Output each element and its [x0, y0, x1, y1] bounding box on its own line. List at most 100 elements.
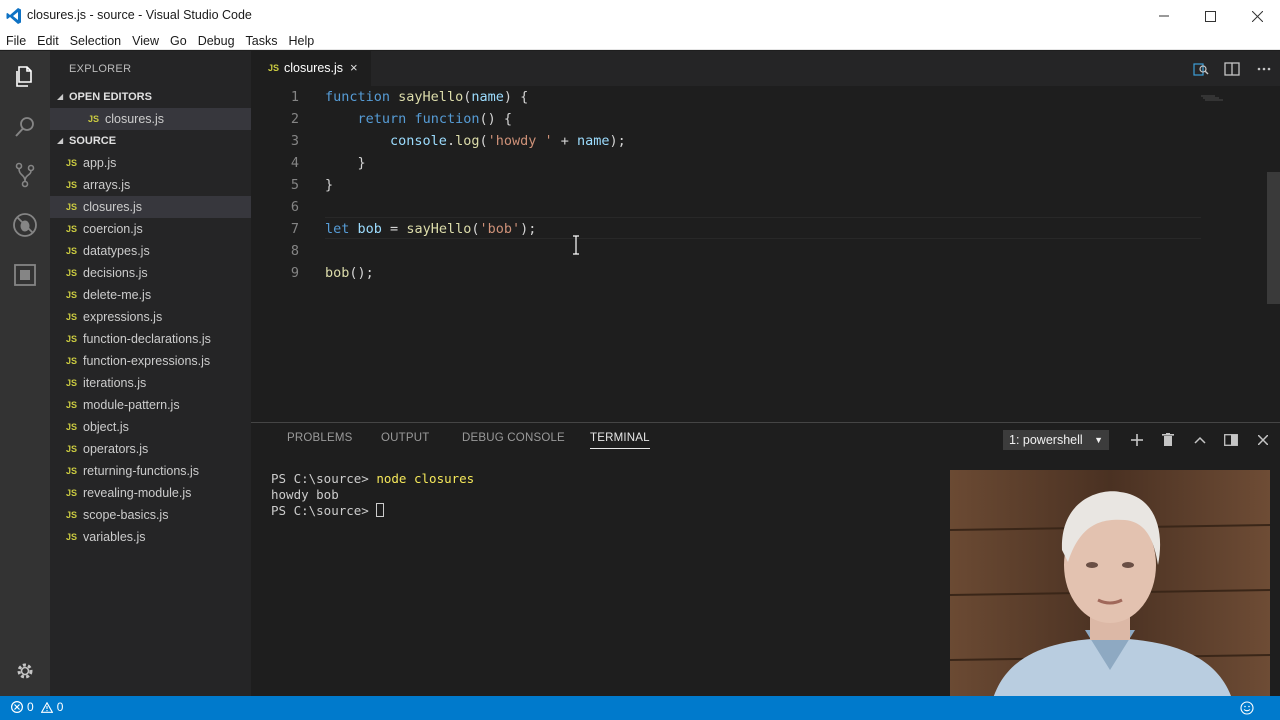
file-item[interactable]: JS returning-functions.js [50, 460, 251, 482]
presenter-webcam-video [950, 470, 1270, 710]
activity-settings[interactable] [0, 647, 50, 695]
close-panel-button[interactable] [1253, 430, 1273, 450]
activity-search[interactable] [0, 103, 50, 151]
menu-file[interactable]: File [0, 32, 31, 49]
line-number: 1 [290, 89, 299, 105]
line-number: 2 [290, 111, 299, 127]
file-item[interactable]: JS object.js [50, 416, 251, 438]
file-label: decisions.js [83, 266, 148, 280]
js-file-icon: JS [66, 334, 78, 344]
code-token: ); [520, 221, 537, 237]
panel-tab-output[interactable]: OUTPUT [381, 432, 429, 444]
file-item[interactable]: JS revealing-module.js [50, 482, 251, 504]
minimize-button[interactable] [1141, 0, 1187, 32]
js-file-icon: JS [66, 290, 78, 300]
js-file-icon: JS [66, 466, 78, 476]
open-editor-item[interactable]: JS closures.js [50, 108, 251, 130]
code-token: let [325, 221, 350, 237]
code-token: sayHello [406, 221, 472, 237]
file-item[interactable]: JS scope-basics.js [50, 504, 251, 526]
code-token: } [325, 155, 366, 171]
code-line: 6 [251, 196, 1201, 218]
new-terminal-button[interactable] [1127, 430, 1147, 450]
open-changes-button[interactable] [1192, 60, 1210, 78]
js-file-icon: JS [66, 510, 78, 520]
activity-debug[interactable] [0, 201, 50, 249]
tab-close-button[interactable]: × [350, 60, 358, 75]
file-label: returning-functions.js [83, 464, 200, 478]
terminal-prompt: PS C:\source> [271, 471, 377, 486]
file-item[interactable]: JS function-expressions.js [50, 350, 251, 372]
file-item[interactable]: JS arrays.js [50, 174, 251, 196]
menu-help[interactable]: Help [283, 32, 320, 49]
js-file-icon: JS [66, 202, 78, 212]
code-text: return function() { [325, 108, 512, 130]
code-line: 9 bob(); [251, 262, 1201, 284]
trash-icon [1162, 433, 1174, 446]
terminal-output[interactable]: PS C:\source> node closures howdy bob PS C… [271, 471, 474, 519]
activity-explorer[interactable] [0, 53, 50, 101]
file-item[interactable]: JS datatypes.js [50, 240, 251, 262]
file-item[interactable]: JS delete-me.js [50, 284, 251, 306]
code-text: let bob = sayHello('bob'); [325, 218, 536, 240]
file-item[interactable]: JS app.js [50, 152, 251, 174]
panel-tab-terminal[interactable]: TERMINAL [590, 432, 650, 449]
notifications-button[interactable] [1240, 701, 1254, 715]
source-folder-section[interactable]: ◢ SOURCE [50, 130, 251, 152]
file-item[interactable]: JS expressions.js [50, 306, 251, 328]
panel-tab-debug-console[interactable]: DEBUG CONSOLE [462, 432, 565, 444]
activity-source-control[interactable] [0, 151, 50, 199]
menu-go[interactable]: Go [164, 32, 192, 49]
code-token: console [390, 133, 447, 149]
panel-tab-problems[interactable]: PROBLEMS [287, 432, 353, 444]
code-editor[interactable]: 1 function sayHello(name) {2 return funct… [251, 86, 1280, 422]
file-item[interactable]: JS coercion.js [50, 218, 251, 240]
file-item[interactable]: JS decisions.js [50, 262, 251, 284]
presenter-photo [950, 470, 1270, 710]
open-editors-label: OPEN EDITORS [69, 91, 152, 103]
open-editors-section[interactable]: ◢ OPEN EDITORS [50, 86, 251, 108]
menu-edit[interactable]: Edit [31, 32, 64, 49]
code-token: 'bob' [479, 221, 521, 237]
minimap[interactable] [1201, 88, 1227, 101]
menu-debug[interactable]: Debug [192, 32, 240, 49]
file-item[interactable]: JS closures.js [50, 196, 251, 218]
file-item[interactable]: JS function-declarations.js [50, 328, 251, 350]
close-icon [1258, 435, 1268, 445]
file-label: coercion.js [83, 222, 143, 236]
close-window-button[interactable] [1234, 0, 1280, 32]
js-file-icon: JS [66, 356, 78, 366]
split-icon [1224, 434, 1238, 446]
activity-extensions[interactable] [0, 251, 50, 299]
editor-scrollbar-thumb[interactable] [1267, 172, 1280, 304]
file-item[interactable]: JS variables.js [50, 526, 251, 548]
split-editor-button[interactable] [1223, 60, 1241, 78]
maximize-panel-button[interactable] [1190, 430, 1210, 450]
terminal-command: node closures [376, 471, 475, 486]
toggle-panel-position-button[interactable] [1221, 430, 1241, 450]
more-actions-button[interactable] [1255, 60, 1273, 78]
menu-tasks[interactable]: Tasks [240, 32, 283, 49]
title-bar: closures.js - source - Visual Studio Cod… [0, 0, 1280, 32]
terminal-line: howdy bob [271, 487, 474, 503]
search-icon [15, 117, 34, 137]
js-file-icon: JS [66, 312, 78, 322]
terminal-shell-select[interactable]: 1: powershell ▼ [1003, 430, 1109, 450]
open-editor-label: closures.js [105, 112, 165, 126]
file-item[interactable]: JS module-pattern.js [50, 394, 251, 416]
problems-indicator[interactable]: 0 0 [11, 700, 63, 714]
file-item[interactable]: JS operators.js [50, 438, 251, 460]
code-token: log [455, 133, 480, 149]
editor-scrollbar-track[interactable] [1267, 86, 1280, 422]
split-editor-icon [1224, 62, 1240, 76]
code-token: + [552, 133, 578, 149]
menu-selection[interactable]: Selection [64, 32, 126, 49]
maximize-button[interactable] [1187, 0, 1233, 32]
file-item[interactable]: JS iterations.js [50, 372, 251, 394]
tab-closures-js[interactable]: JS closures.js × [251, 51, 371, 86]
kill-terminal-button[interactable] [1158, 430, 1178, 450]
menu-view[interactable]: View [126, 32, 164, 49]
js-file-icon: JS [66, 224, 78, 234]
code-token: (); [349, 265, 374, 281]
